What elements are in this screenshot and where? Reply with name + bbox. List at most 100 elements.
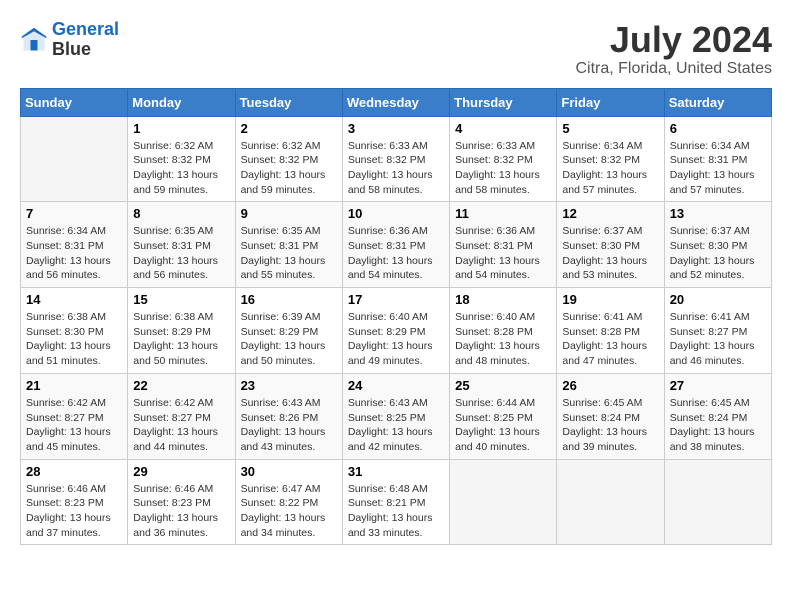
day-number: 26 xyxy=(562,378,658,393)
calendar-cell: 24Sunrise: 6:43 AM Sunset: 8:25 PM Dayli… xyxy=(342,373,449,459)
calendar-cell: 3Sunrise: 6:33 AM Sunset: 8:32 PM Daylig… xyxy=(342,116,449,202)
day-info: Sunrise: 6:34 AM Sunset: 8:31 PM Dayligh… xyxy=(26,224,122,283)
day-info: Sunrise: 6:43 AM Sunset: 8:26 PM Dayligh… xyxy=(241,396,337,455)
day-number: 28 xyxy=(26,464,122,479)
day-info: Sunrise: 6:38 AM Sunset: 8:30 PM Dayligh… xyxy=(26,310,122,369)
header-monday: Monday xyxy=(128,88,235,116)
calendar-cell: 14 Sunrise: 6:38 AM Sunset: 8:30 PM Dayli… xyxy=(21,288,128,374)
day-number: 11 xyxy=(455,206,551,221)
day-number: 21 xyxy=(26,378,122,393)
day-info: Sunrise: 6:42 AM Sunset: 8:27 PM Dayligh… xyxy=(26,396,122,455)
calendar-cell: 20Sunrise: 6:41 AM Sunset: 8:27 PM Dayli… xyxy=(664,288,771,374)
day-info: Sunrise: 6:47 AM Sunset: 8:22 PM Dayligh… xyxy=(241,482,337,541)
logo: General Blue xyxy=(20,20,119,60)
calendar-cell xyxy=(450,459,557,545)
logo-icon xyxy=(20,26,48,54)
day-info: Sunrise: 6:32 AM Sunset: 8:32 PM Dayligh… xyxy=(133,139,229,198)
day-number: 25 xyxy=(455,378,551,393)
day-number: 1 xyxy=(133,121,229,136)
calendar-cell: 15 Sunrise: 6:38 AM Sunset: 8:29 PM Dayli… xyxy=(128,288,235,374)
day-info: Sunrise: 6:45 AM Sunset: 8:24 PM Dayligh… xyxy=(670,396,766,455)
calendar-cell: 26 Sunrise: 6:45 AM Sunset: 8:24 PM Dayli… xyxy=(557,373,664,459)
calendar-cell: 2 Sunrise: 6:32 AM Sunset: 8:32 PM Daylig… xyxy=(235,116,342,202)
calendar-cell: 9 Sunrise: 6:35 AM Sunset: 8:31 PM Daylig… xyxy=(235,202,342,288)
day-number: 12 xyxy=(562,206,658,221)
calendar-cell xyxy=(664,459,771,545)
day-number: 3 xyxy=(348,121,444,136)
header-sunday: Sunday xyxy=(21,88,128,116)
calendar-title: July 2024 xyxy=(575,20,772,60)
calendar-header-row: SundayMondayTuesdayWednesdayThursdayFrid… xyxy=(21,88,772,116)
day-number: 29 xyxy=(133,464,229,479)
day-info: Sunrise: 6:32 AM Sunset: 8:32 PM Dayligh… xyxy=(241,139,337,198)
day-info: Sunrise: 6:38 AM Sunset: 8:29 PM Dayligh… xyxy=(133,310,229,369)
day-info: Sunrise: 6:34 AM Sunset: 8:31 PM Dayligh… xyxy=(670,139,766,198)
calendar-cell: 12 Sunrise: 6:37 AM Sunset: 8:30 PM Dayli… xyxy=(557,202,664,288)
day-info: Sunrise: 6:40 AM Sunset: 8:28 PM Dayligh… xyxy=(455,310,551,369)
day-number: 17 xyxy=(348,292,444,307)
day-number: 27 xyxy=(670,378,766,393)
calendar-week-row: 1 Sunrise: 6:32 AM Sunset: 8:32 PM Daylig… xyxy=(21,116,772,202)
calendar-week-row: 7Sunrise: 6:34 AM Sunset: 8:31 PM Daylig… xyxy=(21,202,772,288)
day-number: 19 xyxy=(562,292,658,307)
day-info: Sunrise: 6:37 AM Sunset: 8:30 PM Dayligh… xyxy=(562,224,658,283)
day-number: 14 xyxy=(26,292,122,307)
logo-text: General Blue xyxy=(52,20,119,60)
day-number: 5 xyxy=(562,121,658,136)
header-saturday: Saturday xyxy=(664,88,771,116)
day-number: 23 xyxy=(241,378,337,393)
calendar-cell: 17 Sunrise: 6:40 AM Sunset: 8:29 PM Dayli… xyxy=(342,288,449,374)
day-info: Sunrise: 6:35 AM Sunset: 8:31 PM Dayligh… xyxy=(241,224,337,283)
calendar-week-row: 28 Sunrise: 6:46 AM Sunset: 8:23 PM Dayli… xyxy=(21,459,772,545)
calendar-cell: 8Sunrise: 6:35 AM Sunset: 8:31 PM Daylig… xyxy=(128,202,235,288)
calendar-cell: 7Sunrise: 6:34 AM Sunset: 8:31 PM Daylig… xyxy=(21,202,128,288)
day-info: Sunrise: 6:39 AM Sunset: 8:29 PM Dayligh… xyxy=(241,310,337,369)
calendar-week-row: 21 Sunrise: 6:42 AM Sunset: 8:27 PM Dayli… xyxy=(21,373,772,459)
day-info: Sunrise: 6:36 AM Sunset: 8:31 PM Dayligh… xyxy=(455,224,551,283)
calendar-cell: 25 Sunrise: 6:44 AM Sunset: 8:25 PM Dayli… xyxy=(450,373,557,459)
day-info: Sunrise: 6:36 AM Sunset: 8:31 PM Dayligh… xyxy=(348,224,444,283)
day-number: 15 xyxy=(133,292,229,307)
calendar-cell: 5 Sunrise: 6:34 AM Sunset: 8:32 PM Daylig… xyxy=(557,116,664,202)
day-info: Sunrise: 6:40 AM Sunset: 8:29 PM Dayligh… xyxy=(348,310,444,369)
calendar-cell: 29 Sunrise: 6:46 AM Sunset: 8:23 PM Dayli… xyxy=(128,459,235,545)
calendar-cell: 10 Sunrise: 6:36 AM Sunset: 8:31 PM Dayli… xyxy=(342,202,449,288)
calendar-cell xyxy=(21,116,128,202)
calendar-week-row: 14 Sunrise: 6:38 AM Sunset: 8:30 PM Dayli… xyxy=(21,288,772,374)
day-number: 10 xyxy=(348,206,444,221)
header-wednesday: Wednesday xyxy=(342,88,449,116)
logo-general: General xyxy=(52,19,119,39)
calendar-table: SundayMondayTuesdayWednesdayThursdayFrid… xyxy=(20,88,772,546)
day-info: Sunrise: 6:41 AM Sunset: 8:28 PM Dayligh… xyxy=(562,310,658,369)
calendar-cell: 1 Sunrise: 6:32 AM Sunset: 8:32 PM Daylig… xyxy=(128,116,235,202)
calendar-cell: 21 Sunrise: 6:42 AM Sunset: 8:27 PM Dayli… xyxy=(21,373,128,459)
day-number: 4 xyxy=(455,121,551,136)
day-info: Sunrise: 6:46 AM Sunset: 8:23 PM Dayligh… xyxy=(133,482,229,541)
header-friday: Friday xyxy=(557,88,664,116)
day-number: 30 xyxy=(241,464,337,479)
calendar-cell: 22Sunrise: 6:42 AM Sunset: 8:27 PM Dayli… xyxy=(128,373,235,459)
calendar-cell: 28Sunrise: 6:46 AM Sunset: 8:23 PM Dayli… xyxy=(21,459,128,545)
calendar-cell: 13 Sunrise: 6:37 AM Sunset: 8:30 PM Dayli… xyxy=(664,202,771,288)
calendar-subtitle: Citra, Florida, United States xyxy=(575,60,772,78)
day-number: 2 xyxy=(241,121,337,136)
day-number: 9 xyxy=(241,206,337,221)
day-info: Sunrise: 6:34 AM Sunset: 8:32 PM Dayligh… xyxy=(562,139,658,198)
day-number: 6 xyxy=(670,121,766,136)
calendar-cell: 11 Sunrise: 6:36 AM Sunset: 8:31 PM Dayli… xyxy=(450,202,557,288)
calendar-cell: 31Sunrise: 6:48 AM Sunset: 8:21 PM Dayli… xyxy=(342,459,449,545)
day-info: Sunrise: 6:45 AM Sunset: 8:24 PM Dayligh… xyxy=(562,396,658,455)
day-number: 20 xyxy=(670,292,766,307)
day-number: 13 xyxy=(670,206,766,221)
day-info: Sunrise: 6:44 AM Sunset: 8:25 PM Dayligh… xyxy=(455,396,551,455)
calendar-cell: 4Sunrise: 6:33 AM Sunset: 8:32 PM Daylig… xyxy=(450,116,557,202)
logo-blue: Blue xyxy=(52,40,119,60)
header-tuesday: Tuesday xyxy=(235,88,342,116)
calendar-cell: 19 Sunrise: 6:41 AM Sunset: 8:28 PM Dayli… xyxy=(557,288,664,374)
calendar-cell xyxy=(557,459,664,545)
day-number: 16 xyxy=(241,292,337,307)
day-info: Sunrise: 6:37 AM Sunset: 8:30 PM Dayligh… xyxy=(670,224,766,283)
calendar-cell: 23 Sunrise: 6:43 AM Sunset: 8:26 PM Dayli… xyxy=(235,373,342,459)
calendar-cell: 6 Sunrise: 6:34 AM Sunset: 8:31 PM Daylig… xyxy=(664,116,771,202)
title-block: July 2024 Citra, Florida, United States xyxy=(575,20,772,78)
